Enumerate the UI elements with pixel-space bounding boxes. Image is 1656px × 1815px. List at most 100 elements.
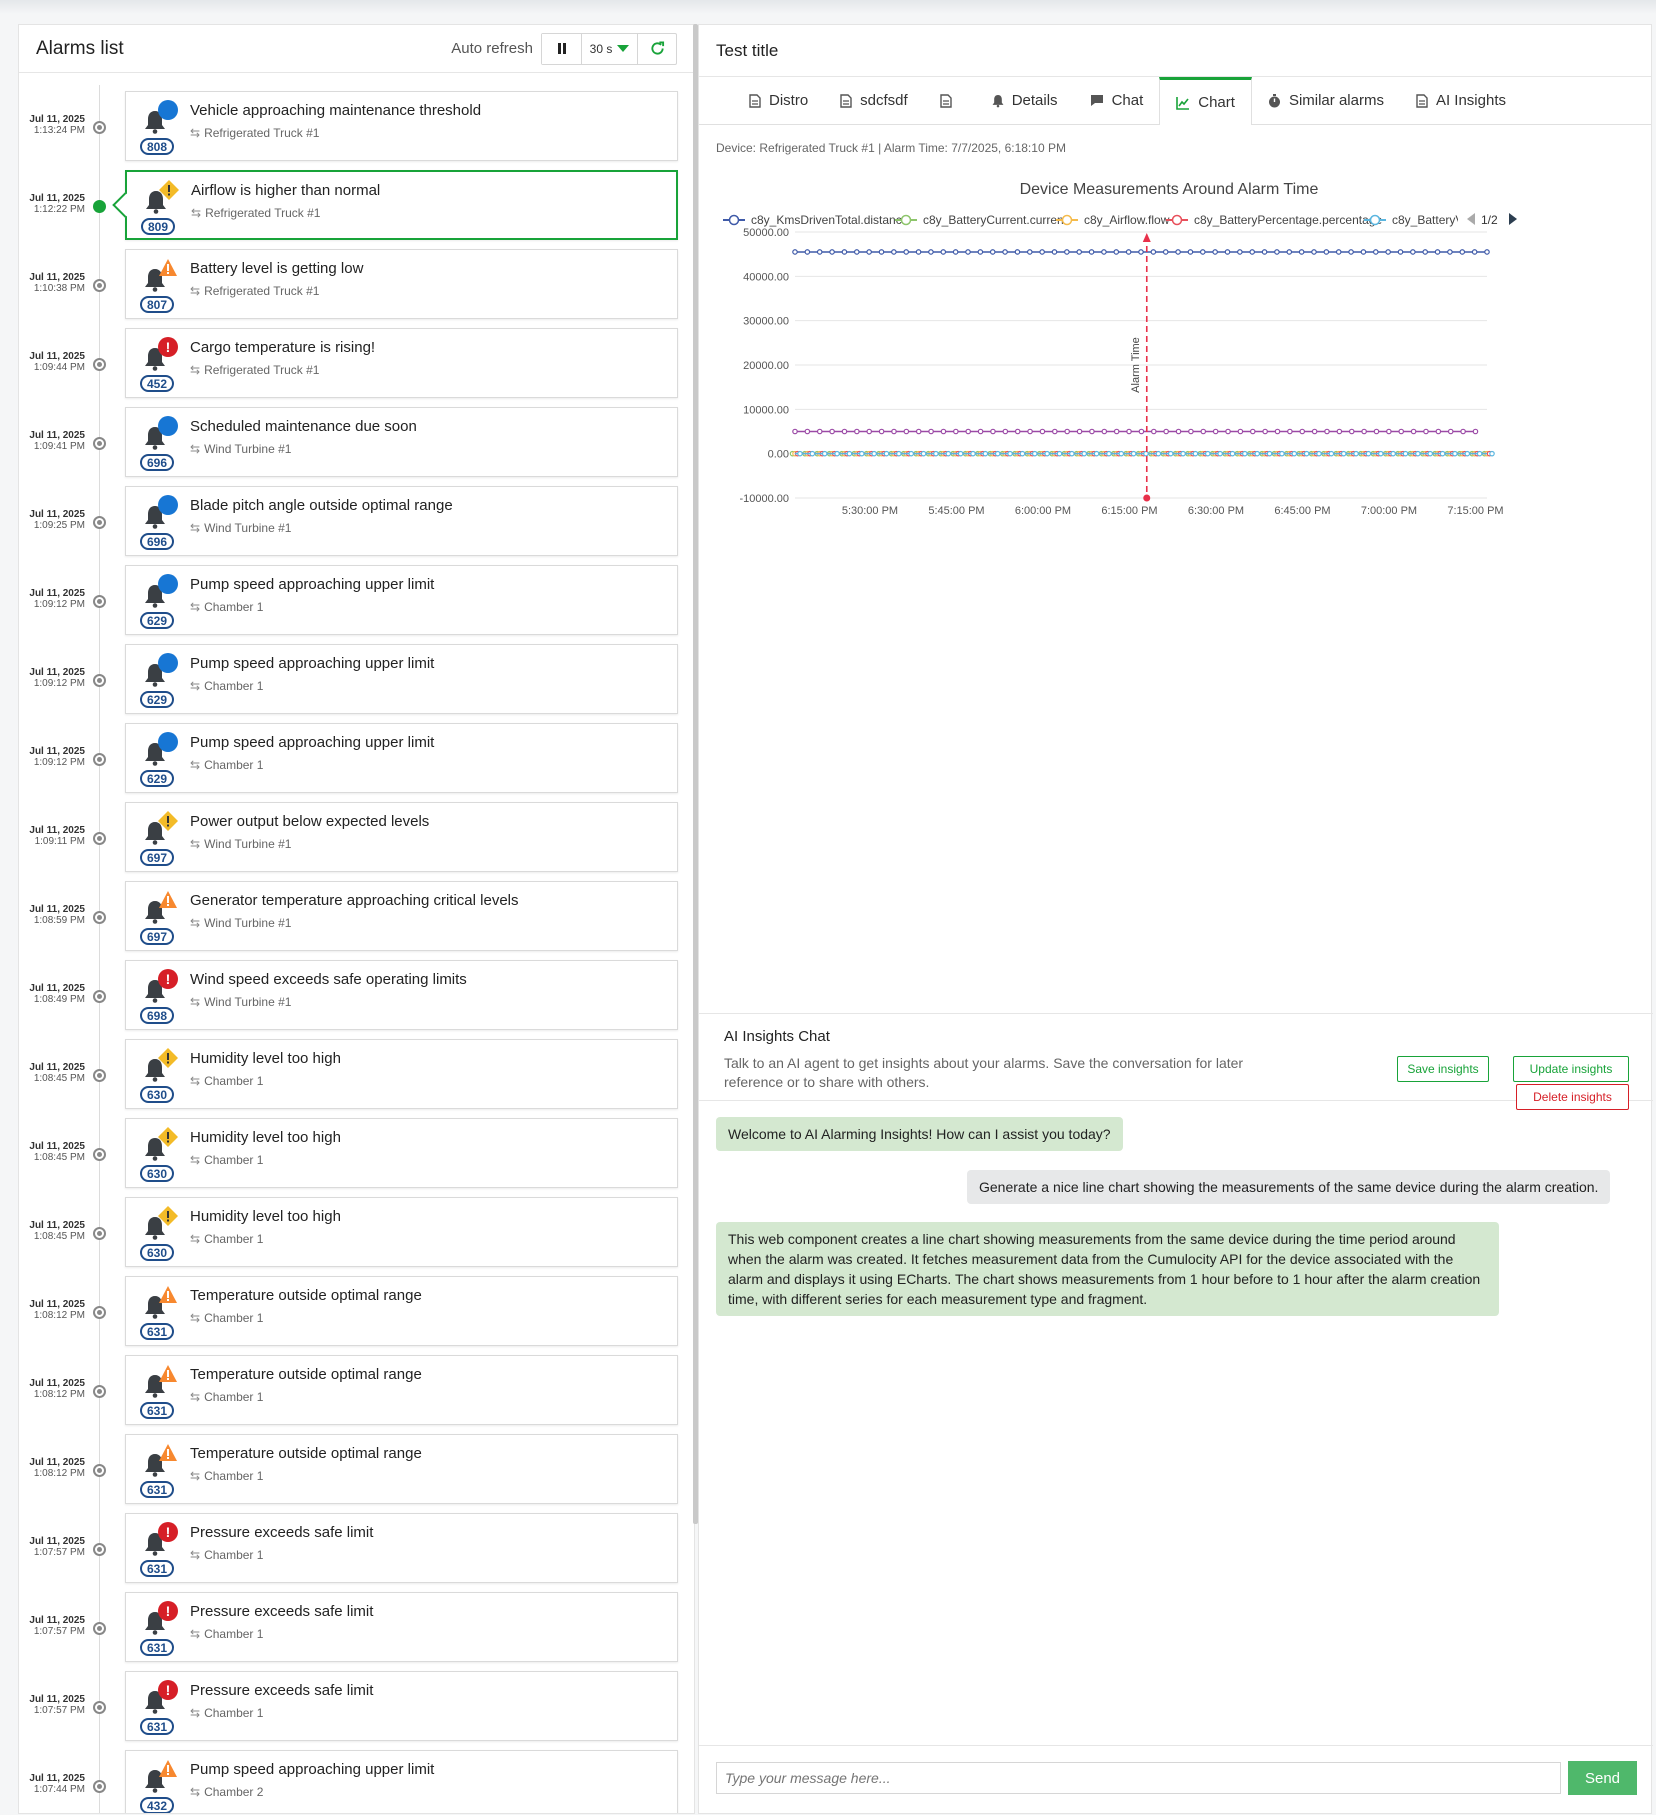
alarm-icon-group: 629 <box>140 572 188 632</box>
tab-details[interactable]: Details <box>976 77 1074 124</box>
chat-message-input[interactable] <box>716 1762 1561 1794</box>
alarm-device-name: Wind Turbine #1 <box>204 442 292 456</box>
tab-chat[interactable]: Chat <box>1074 77 1160 124</box>
exchange-icon: ⇆ <box>190 1785 201 1799</box>
alarm-card[interactable]: ! 698 Wind speed exceeds safe operating li… <box>125 960 678 1030</box>
alarm-date: Jul 11, 2025 <box>29 1299 85 1310</box>
delete-insights-button[interactable]: Delete insights <box>1516 1084 1629 1110</box>
series-point <box>1471 249 1478 255</box>
alarm-timestamp: Jul 11, 2025 1:07:57 PM <box>23 1694 85 1716</box>
alarm-title: Generator temperature approaching critic… <box>190 892 519 909</box>
alarm-card[interactable]: 630 Humidity level too high ⇆ Chamber 1 <box>125 1197 678 1267</box>
series-point <box>1365 450 1372 457</box>
refresh-button[interactable] <box>638 34 676 64</box>
alarm-card[interactable]: ! 452 Cargo temperature is rising! ⇆ Refrige… <box>125 328 678 398</box>
alarm-card[interactable]: ! 631 Pressure exceeds safe limit ⇆ Chamber … <box>125 1592 678 1662</box>
alarm-count-badge: 807 <box>140 296 174 313</box>
alarm-card[interactable]: 696 Scheduled maintenance due soon ⇆ Wind T… <box>125 407 678 477</box>
alarm-card[interactable]: 631 Temperature outside optimal range ⇆ Cha… <box>125 1276 678 1346</box>
series-point <box>915 249 922 255</box>
update-insights-button[interactable]: Update insights <box>1513 1056 1629 1082</box>
series-point <box>1324 428 1330 435</box>
alarm-count-badge: 629 <box>140 770 174 787</box>
send-button[interactable]: Send <box>1568 1761 1637 1795</box>
series-point <box>1026 249 1033 255</box>
alarm-card[interactable]: 629 Pump speed approaching upper limit ⇆ Ch… <box>125 644 678 714</box>
chat-input-bar: Send <box>699 1745 1653 1815</box>
chat-icon <box>1090 95 1103 106</box>
refresh-interval-select[interactable]: 30 s <box>582 33 638 64</box>
alarm-timestamp: Jul 11, 2025 1:09:41 PM <box>23 430 85 452</box>
series-point <box>841 428 848 435</box>
series-point <box>809 450 816 457</box>
alarm-time: 1:10:38 PM <box>33 283 85 294</box>
alarm-timestamp: Jul 11, 2025 1:07:57 PM <box>23 1536 85 1558</box>
alarm-title: Vehicle approaching maintenance threshol… <box>190 102 482 119</box>
tab-similar-alarms[interactable]: Similar alarms <box>1252 77 1400 124</box>
alarm-title: Blade pitch angle outside optimal range <box>190 497 453 514</box>
info-severity-icon <box>158 100 178 120</box>
alarm-card[interactable]: 697 Power output below expected levels ⇆ Wi… <box>125 802 678 872</box>
timeline-dot <box>93 516 106 529</box>
alarm-card[interactable]: 696 Blade pitch angle outside optimal ran… <box>125 486 678 556</box>
alarm-card[interactable]: ! 631 Pressure exceeds safe limit ⇆ Chamber … <box>125 1671 678 1741</box>
series-point <box>1076 249 1083 255</box>
tab-untitled[interactable] <box>924 77 976 124</box>
alarm-device: ⇆ Chamber 1 <box>190 600 263 614</box>
alarm-card[interactable]: 432 Pump speed approaching upper limit ⇆ Ch… <box>125 1750 678 1813</box>
tab-ai-insights[interactable]: AI Insights <box>1400 77 1522 124</box>
exchange-icon: ⇆ <box>190 758 201 772</box>
alarm-device: ⇆ Chamber 1 <box>190 1232 263 1246</box>
series-point <box>1051 249 1058 255</box>
alarm-count-badge: 696 <box>140 533 174 550</box>
timeline-dot <box>93 1780 106 1793</box>
alarm-card[interactable]: 629 Pump speed approaching upper limit ⇆ Ch… <box>125 565 678 635</box>
tab-chart[interactable]: Chart <box>1159 77 1252 125</box>
alarm-card[interactable]: 631 Temperature outside optimal range ⇆ Cha… <box>125 1355 678 1425</box>
alarm-card[interactable]: 808 Vehicle approaching maintenance thres… <box>125 91 678 161</box>
alarm-count-badge: 631 <box>140 1560 174 1577</box>
alarm-date: Jul 11, 2025 <box>29 1220 85 1231</box>
timeline-dot <box>93 121 106 134</box>
alarm-card[interactable]: 809 Airflow is higher than normal ⇆ Refrige… <box>125 170 678 240</box>
series-point <box>1175 428 1182 435</box>
major-severity-icon <box>159 259 177 276</box>
alarm-card[interactable]: ! 631 Pressure exceeds safe limit ⇆ Chamber … <box>125 1513 678 1583</box>
series-point <box>1126 428 1132 435</box>
save-insights-button[interactable]: Save insights <box>1397 1056 1489 1082</box>
exchange-icon: ⇆ <box>190 600 201 614</box>
alarm-timestamp: Jul 11, 2025 1:09:12 PM <box>23 588 85 610</box>
alarm-card[interactable]: 697 Generator temperature approaching cri… <box>125 881 678 951</box>
tab-sdcfsdf[interactable]: sdcfsdf <box>824 77 924 124</box>
alarm-card[interactable]: 631 Temperature outside optimal range ⇆ Cha… <box>125 1434 678 1504</box>
alarm-card[interactable]: 629 Pump speed approaching upper limit ⇆ Ch… <box>125 723 678 793</box>
tab-distro[interactable]: Distro <box>733 77 824 124</box>
series-point <box>1187 249 1194 255</box>
alarm-device: ⇆ Chamber 1 <box>190 758 263 772</box>
series-point <box>1348 428 1355 435</box>
alarm-row: Jul 11, 2025 1:09:12 PM 629 Pump speed appr… <box>19 720 694 799</box>
alarm-card[interactable]: 807 Battery level is getting low ⇆ Refriger… <box>125 249 678 319</box>
x-tick-label: 6:00:00 PM <box>1015 505 1071 517</box>
pause-button[interactable] <box>542 33 582 64</box>
alarm-count-badge: 697 <box>140 849 174 866</box>
exchange-icon: ⇆ <box>190 1469 201 1483</box>
alarm-card[interactable]: 630 Humidity level too high ⇆ Chamber 1 <box>125 1118 678 1188</box>
timeline-dot <box>93 1148 106 1161</box>
alarm-row: Jul 11, 2025 1:07:57 PM ! 631 Pressure excee… <box>19 1510 694 1589</box>
alarm-card[interactable]: 630 Humidity level too high ⇆ Chamber 1 <box>125 1039 678 1109</box>
tab-label: Details <box>1011 92 1058 109</box>
series-point <box>792 428 798 435</box>
series-point <box>1113 249 1120 255</box>
series-point <box>1472 428 1479 435</box>
alarm-count-badge: 631 <box>140 1323 174 1340</box>
alarm-timestamp: Jul 11, 2025 1:09:11 PM <box>23 825 85 847</box>
alarm-time: 1:09:12 PM <box>33 599 85 610</box>
series-point <box>816 249 823 255</box>
series-point <box>928 428 934 435</box>
series-point <box>1262 428 1268 435</box>
alarm-device-name: Wind Turbine #1 <box>204 916 292 930</box>
alarm-device-name: Chamber 1 <box>204 758 264 772</box>
info-severity-icon <box>158 416 178 436</box>
series-point <box>903 249 910 255</box>
